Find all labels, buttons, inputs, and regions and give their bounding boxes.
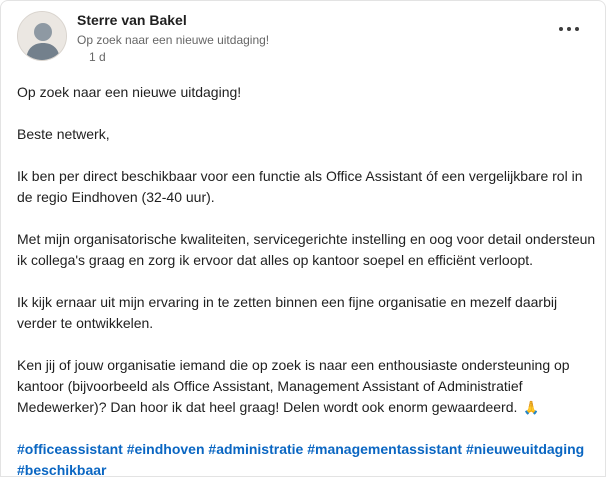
hashtag-list: #officeassistant #eindhoven #administrat… — [17, 439, 599, 481]
author-name[interactable]: Sterre van Bakel — [77, 12, 187, 28]
post-paragraph-text: Ken jij of jouw organisatie iemand die o… — [17, 357, 570, 415]
post-body: Op zoek naar een nieuwe uitdaging! Beste… — [17, 82, 599, 502]
feed-post: Sterre van Bakel Op zoek naar een nieuwe… — [0, 0, 606, 478]
hashtag-link[interactable]: #officeassistant — [17, 441, 123, 457]
hashtag-link[interactable]: #eindhoven — [127, 441, 205, 457]
author-headline: Op zoek naar een nieuwe uitdaging! — [77, 33, 270, 47]
post-paragraph: Ik kijk ernaar uit mijn ervaring in te z… — [17, 294, 558, 331]
post-timestamp: 1 d — [89, 50, 106, 64]
more-horizontal-icon — [559, 27, 563, 31]
folded-hands-icon: 🙏 — [523, 400, 540, 415]
author-avatar[interactable] — [17, 11, 67, 61]
post-paragraph: Beste netwerk, — [17, 126, 110, 142]
post-paragraph-last: Ken jij of jouw organisatie iemand die o… — [17, 355, 599, 418]
post-header: Sterre van Bakel Op zoek naar een nieuwe… — [17, 9, 589, 65]
more-horizontal-icon-dot — [575, 27, 579, 31]
more-horizontal-icon-dot — [567, 27, 571, 31]
post-paragraph: Ik ben per direct beschikbaar voor een f… — [17, 168, 583, 205]
hashtag-link[interactable]: #administratie — [208, 441, 303, 457]
person-silhouette-icon — [18, 12, 66, 60]
hashtag-link[interactable]: #managementassistant — [307, 441, 462, 457]
post-paragraph: Op zoek naar een nieuwe uitdaging! — [17, 84, 242, 100]
hashtag-link[interactable]: #beschikbaar — [17, 462, 107, 478]
post-paragraph: Met mijn organisatorische kwaliteiten, s… — [17, 231, 596, 268]
hashtag-link[interactable]: #nieuweuitdaging — [466, 441, 584, 457]
more-options-button[interactable] — [555, 19, 583, 39]
